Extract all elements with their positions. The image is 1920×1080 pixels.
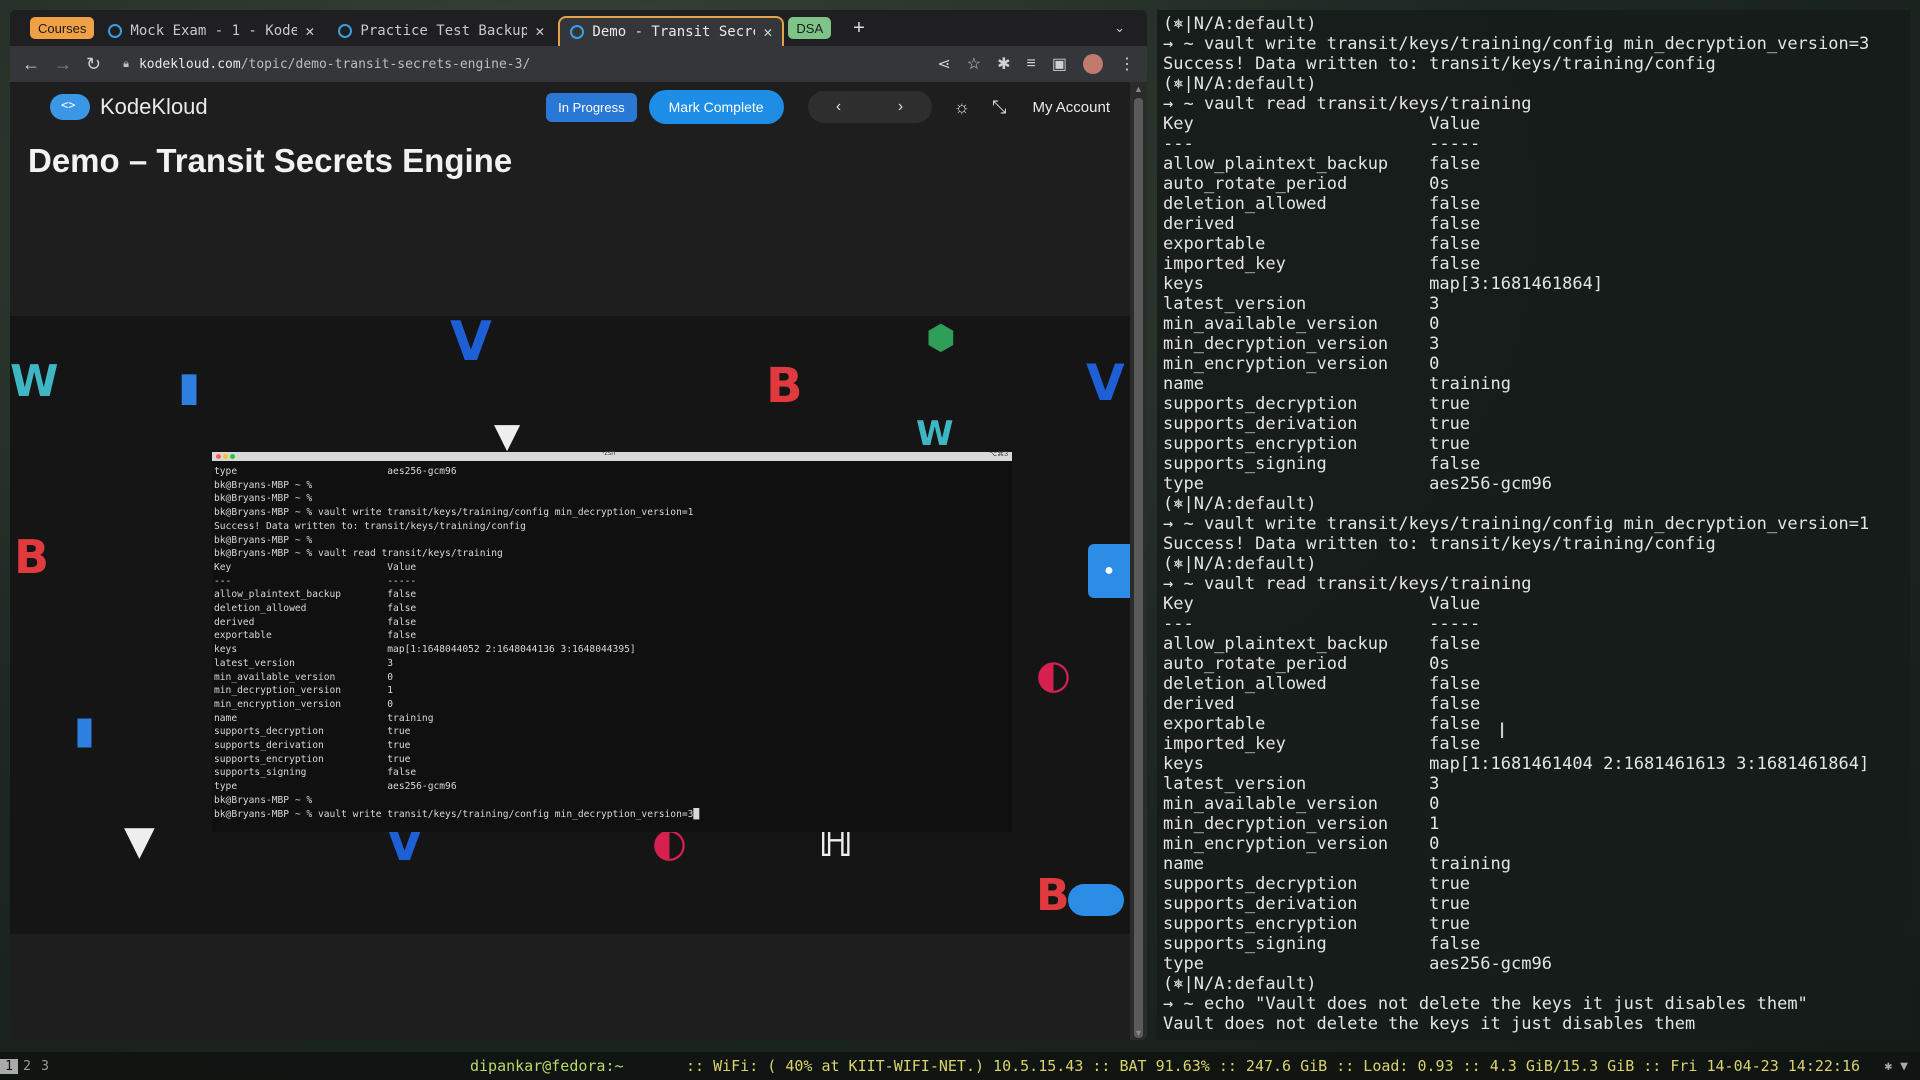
close-tab-icon[interactable]: ✕ (535, 22, 544, 40)
address-bar: ← → ↻ 🔒︎ kodekloud.com/topic/demo-transi… (10, 46, 1147, 82)
kodekloud-page: KodeKloud In Progress Mark Complete ‹ › … (10, 82, 1130, 1040)
text-cursor-icon: I (1499, 718, 1506, 743)
lock-icon: 🔒︎ (123, 57, 129, 70)
video-terminal-shortcut: ⌥⌘3 (989, 451, 1008, 458)
theme-sun-icon[interactable]: ☼ (954, 97, 971, 118)
video-terminal-window: -zsh ⌥⌘3 type aes256-gcm96 bk@Bryans-MBP… (212, 450, 1012, 832)
side-panel-icon[interactable]: ▣ (1052, 54, 1067, 74)
tab-strip: Courses Mock Exam - 1 - KodeKl ✕ Practic… (10, 10, 1147, 46)
vault-logo-icon: ▼ (494, 416, 521, 456)
vagrant-logo-icon: V (450, 316, 492, 373)
new-tab-button[interactable]: + (853, 17, 865, 40)
scroll-up-arrow-icon[interactable]: ▲ (1134, 84, 1143, 94)
kodekloud-favicon-icon (570, 25, 585, 39)
tab-group-courses[interactable]: Courses (30, 17, 95, 39)
tab-title: Demo - Transit Secrets (592, 24, 755, 40)
video-terminal-title: -zsh (602, 450, 616, 457)
mark-complete-button[interactable]: Mark Complete (648, 90, 784, 124)
workspace-1[interactable]: 1 (0, 1058, 18, 1074)
packer-logo-icon: ▮ (74, 708, 95, 752)
url-host: kodekloud.com (138, 56, 241, 72)
lesson-nav: ‹ › (807, 91, 932, 123)
kodekloud-logo[interactable]: KodeKloud (50, 94, 208, 120)
boundary-logo-icon: B (14, 530, 50, 584)
video-terminal-output: type aes256-gcm96 bk@Bryans-MBP ~ % bk@B… (214, 466, 700, 820)
back-arrow-icon[interactable]: ← (22, 54, 40, 75)
video-player[interactable]: V ⬢ W ▮ B V ▼ W B ◐ ▮ ▼ V ◐ ℍ B -zsh ⌥⌘3 (10, 316, 1130, 934)
chat-bubble-icon: ● (1104, 562, 1114, 579)
tab-title: Practice Test Backup a (360, 23, 528, 39)
kodekloud-cloud-icon (50, 94, 90, 120)
waypoint-logo-icon: W (10, 356, 59, 407)
reading-list-icon[interactable]: ≡ (1027, 55, 1036, 73)
in-progress-button[interactable]: In Progress (546, 92, 637, 122)
status-bar: 1 2 3 dipankar@fedora:~ :: WiFi: ( 40% a… (0, 1052, 1920, 1080)
url-field[interactable]: 🔒︎ kodekloud.com/topic/demo-transit-secr… (115, 51, 923, 77)
brand-name: KodeKloud (100, 94, 208, 119)
terminal-output: (⎈|N/A:default) → ~ vault write transit/… (1163, 14, 1870, 1034)
consul-logo-icon: ◐ (1036, 652, 1071, 698)
kodekloud-favicon-icon (338, 24, 353, 38)
workspace-3[interactable]: 3 (36, 1059, 54, 1074)
window-title: dipankar@fedora:~ (470, 1057, 624, 1075)
tab-title: Mock Exam - 1 - KodeKl (130, 23, 298, 39)
nomad-logo-icon: ⬢ (926, 318, 956, 358)
close-tab-icon[interactable]: ✕ (763, 23, 772, 41)
tab-demo-transit[interactable]: Demo - Transit Secrets ✕ (558, 16, 785, 46)
page-scrollbar[interactable]: ▲ ▼ (1130, 82, 1147, 1040)
scroll-down-arrow-icon[interactable]: ▼ (1134, 1028, 1143, 1038)
tab-group-dsa[interactable]: DSA (788, 17, 832, 39)
boundary-logo-icon: B (1036, 870, 1070, 921)
workspace-2[interactable]: 2 (18, 1059, 36, 1074)
previous-lesson-button[interactable]: ‹ (808, 91, 870, 123)
profile-avatar[interactable] (1083, 54, 1103, 74)
terminal-window[interactable]: (⎈|N/A:default) → ~ vault write transit/… (1157, 10, 1910, 1040)
close-tab-icon[interactable]: ✕ (305, 22, 314, 40)
url-path: /topic/demo-transit-secrets-engine-3/ (240, 56, 531, 72)
tab-search-chevron-icon[interactable]: ⌄ (1114, 20, 1125, 36)
chat-button[interactable]: ● (1088, 544, 1130, 598)
tab-mock-exam[interactable]: Mock Exam - 1 - KodeKl ✕ (98, 16, 324, 46)
vault-logo-icon: ▼ (124, 818, 155, 864)
boundary-logo-icon: B (766, 358, 803, 414)
packer-logo-icon: ▮ (178, 364, 201, 410)
waypoint-logo-icon: W (916, 414, 954, 454)
reload-icon[interactable]: ↻ (86, 54, 101, 75)
bookmark-star-icon[interactable]: ☆ (967, 54, 981, 74)
browser-menu-icon[interactable]: ⋮ (1119, 54, 1135, 74)
scrollbar-thumb[interactable] (1134, 98, 1143, 1038)
browser-window: Courses Mock Exam - 1 - KodeKl ✕ Practic… (10, 10, 1147, 1040)
kodekloud-cloud-icon (1068, 884, 1124, 916)
my-account-link[interactable]: My Account (1032, 99, 1110, 116)
share-icon[interactable]: ⋖ (937, 54, 950, 74)
tray-icons[interactable]: ✱ ▼ (1885, 1059, 1908, 1074)
next-lesson-button[interactable]: › (870, 91, 932, 123)
vagrant-logo-icon: V (1086, 354, 1125, 412)
forward-arrow-icon[interactable]: → (54, 54, 72, 75)
tab-practice-test[interactable]: Practice Test Backup a ✕ (328, 16, 554, 46)
extensions-puzzle-icon[interactable]: ✱ (997, 54, 1010, 74)
system-info: :: WiFi: ( 40% at KIIT-WIFI-NET.) 10.5.1… (686, 1057, 1860, 1075)
kodekloud-header: KodeKloud In Progress Mark Complete ‹ › … (10, 82, 1130, 132)
video-terminal-titlebar: -zsh ⌥⌘3 (212, 450, 1012, 461)
collapse-arrows-icon[interactable]: ⤡ (992, 97, 1006, 118)
kodekloud-favicon-icon (108, 24, 123, 38)
lesson-title: Demo – Transit Secrets Engine (28, 142, 513, 179)
